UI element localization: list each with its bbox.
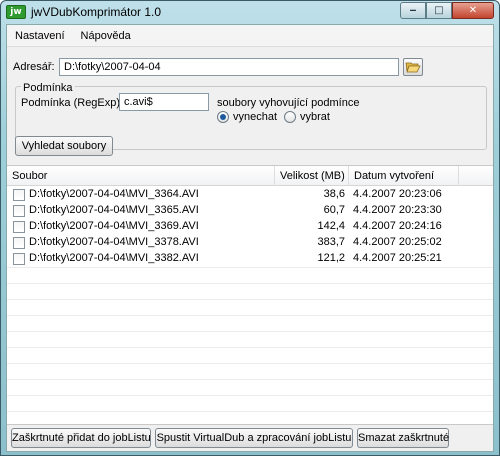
folder-open-icon — [405, 62, 421, 73]
file-path: D:\fotky\2007-04-04\MVI_3382.AVI — [29, 252, 199, 264]
browse-folder-button[interactable] — [403, 58, 423, 76]
file-path: D:\fotky\2007-04-04\MVI_3369.AVI — [29, 220, 199, 232]
file-size: 142,4 — [317, 220, 345, 232]
minimize-icon: ‒ — [409, 5, 417, 16]
matching-files-label: soubory vyhovující podmínce — [217, 97, 360, 109]
empty-row-divider — [7, 347, 493, 348]
empty-row-divider — [7, 299, 493, 300]
file-date: 4.4.2007 20:23:30 — [353, 204, 442, 216]
menu-settings[interactable]: Nastavení — [7, 30, 73, 42]
row-checkbox[interactable] — [13, 253, 25, 265]
app-icon: jw — [6, 5, 26, 19]
window-title: jwVDubKomprimátor 1.0 — [31, 5, 162, 19]
condition-regex-input[interactable]: c.avi$ — [119, 93, 209, 111]
file-list-header: Soubor Velikost (MB) Datum vytvoření — [7, 166, 493, 186]
column-header-date[interactable]: Datum vytvoření — [349, 166, 459, 186]
file-path: D:\fotky\2007-04-04\MVI_3365.AVI — [29, 204, 199, 216]
file-date: 4.4.2007 20:24:16 — [353, 220, 442, 232]
file-list[interactable]: Soubor Velikost (MB) Datum vytvoření D:\… — [7, 165, 493, 425]
row-checkbox[interactable] — [13, 237, 25, 249]
client-area: Nastavení Nápověda Adresář: D:\fotky\200… — [6, 24, 494, 452]
empty-row-divider — [7, 411, 493, 412]
file-date: 4.4.2007 20:25:21 — [353, 252, 442, 264]
table-row[interactable]: D:\fotky\2007-04-04\MVI_3382.AVI 121,2 4… — [7, 251, 493, 267]
radio-exclude-label: vynechat — [233, 111, 278, 123]
table-row[interactable]: D:\fotky\2007-04-04\MVI_3378.AVI 383,7 4… — [7, 235, 493, 251]
directory-label: Adresář: — [13, 61, 55, 73]
search-files-button[interactable]: Vyhledat soubory — [15, 136, 113, 156]
maximize-icon: □ — [434, 5, 444, 16]
file-size: 60,7 — [323, 204, 345, 216]
column-header-file[interactable]: Soubor — [7, 166, 275, 186]
empty-row-divider — [7, 331, 493, 332]
menu-help[interactable]: Nápověda — [73, 30, 139, 42]
empty-row-divider — [7, 283, 493, 284]
add-to-joblist-button[interactable]: Zaškrtnuté přidat do jobListu — [11, 428, 151, 448]
file-date: 4.4.2007 20:25:02 — [353, 236, 442, 248]
minimize-button[interactable]: ‒ — [400, 2, 426, 19]
empty-row-divider — [7, 267, 493, 268]
empty-row-divider — [7, 379, 493, 380]
row-checkbox[interactable] — [13, 205, 25, 217]
empty-row-divider — [7, 395, 493, 396]
condition-label: Podmínka (RegExp): — [21, 97, 124, 109]
app-window: jw jwVDubKomprimátor 1.0 ‒ □ ✕ Nastavení… — [0, 0, 500, 456]
file-size: 38,6 — [323, 188, 345, 200]
condition-group-title: Podmínka — [21, 82, 75, 94]
action-bar: Zaškrtnuté přidat do jobListu Spustit Vi… — [7, 425, 493, 451]
row-checkbox[interactable] — [13, 189, 25, 201]
table-row[interactable]: D:\fotky\2007-04-04\MVI_3365.AVI 60,7 4.… — [7, 203, 493, 219]
caption-buttons: ‒ □ ✕ — [400, 2, 494, 19]
run-virtualdub-button[interactable]: Spustit VirtualDub a zpracování jobListu — [155, 428, 353, 448]
radio-select[interactable] — [284, 111, 296, 123]
radio-select-label: vybrat — [300, 111, 330, 123]
title-bar[interactable]: jw jwVDubKomprimátor 1.0 ‒ □ ✕ — [1, 1, 499, 23]
file-path: D:\fotky\2007-04-04\MVI_3378.AVI — [29, 236, 199, 248]
menu-bar: Nastavení Nápověda — [7, 25, 493, 47]
row-checkbox[interactable] — [13, 221, 25, 233]
radio-exclude[interactable] — [217, 111, 229, 123]
empty-row-divider — [7, 315, 493, 316]
close-button[interactable]: ✕ — [452, 2, 494, 19]
directory-input[interactable]: D:\fotky\2007-04-04 — [59, 58, 399, 76]
file-size: 121,2 — [317, 252, 345, 264]
table-row[interactable]: D:\fotky\2007-04-04\MVI_3364.AVI 38,6 4.… — [7, 187, 493, 203]
delete-checked-button[interactable]: Smazat zaškrtnuté — [357, 428, 449, 448]
file-size: 383,7 — [317, 236, 345, 248]
column-header-size[interactable]: Velikost (MB) — [275, 166, 349, 186]
close-icon: ✕ — [468, 5, 478, 16]
empty-row-divider — [7, 363, 493, 364]
file-path: D:\fotky\2007-04-04\MVI_3364.AVI — [29, 188, 199, 200]
table-row[interactable]: D:\fotky\2007-04-04\MVI_3369.AVI 142,4 4… — [7, 219, 493, 235]
file-date: 4.4.2007 20:23:06 — [353, 188, 442, 200]
maximize-button[interactable]: □ — [426, 2, 452, 19]
